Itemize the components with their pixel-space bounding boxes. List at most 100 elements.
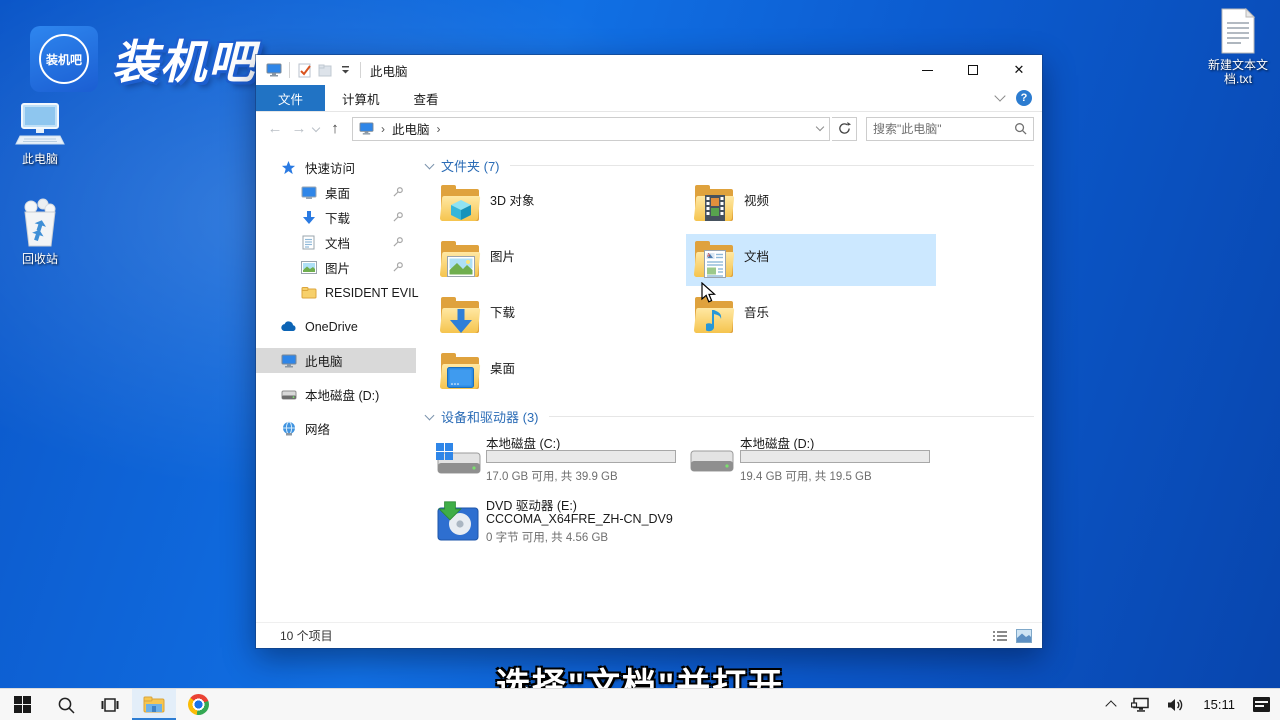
tab-view[interactable]: 查看 [397, 85, 456, 111]
qat-new-folder-button[interactable] [315, 59, 335, 81]
pin-icon[interactable] [393, 186, 404, 200]
drive-usage-bar [486, 450, 676, 463]
recent-locations-icon[interactable] [312, 123, 320, 131]
search-input[interactable] [873, 122, 1014, 136]
section-header-drives[interactable]: 设备和驱动器 (3) [424, 407, 1034, 426]
folder-tile-documents[interactable]: A 文档 [686, 234, 936, 286]
up-button[interactable]: ↑ [324, 120, 346, 137]
this-pc-icon [14, 102, 66, 148]
qat-customize-dropdown[interactable] [335, 59, 355, 81]
maximize-button[interactable] [950, 55, 996, 85]
sidebar-item-pictures[interactable]: 图片 [256, 255, 416, 280]
tab-computer[interactable]: 计算机 [325, 85, 397, 111]
close-button[interactable]: ✕ [996, 55, 1042, 85]
folder-tile-3d-objects[interactable]: 3D 对象 [432, 178, 682, 230]
explorer-window: 此电脑 ✕ 文件 计算机 查看 ? ← → ↑ › [256, 55, 1042, 648]
pin-icon[interactable] [393, 236, 404, 250]
close-icon: ✕ [1014, 62, 1025, 78]
drive-tile-d[interactable]: 本地磁盘 (D:) 19.4 GB 可用, 共 19.5 GB [686, 432, 936, 494]
download-arrow-icon [449, 309, 473, 334]
tray-show-hidden-icons[interactable] [1101, 689, 1121, 720]
taskbar-search-button[interactable] [44, 689, 88, 720]
address-dropdown-icon[interactable] [816, 122, 824, 130]
desktop-icon-label: 回收站 [22, 252, 58, 266]
taskbar-clock[interactable]: 15:11 [1195, 689, 1243, 720]
chrome-icon [188, 694, 209, 715]
sidebar-item-network[interactable]: 网络 [256, 416, 416, 441]
pin-icon[interactable] [393, 211, 404, 225]
status-bar: 10 个项目 [256, 622, 1042, 648]
folder-tile-pictures[interactable]: 图片 [432, 234, 682, 286]
details-view-button[interactable] [992, 629, 1008, 643]
downloads-mini-icon [300, 210, 317, 226]
search-box[interactable] [866, 117, 1034, 141]
pictures-mini-icon [300, 260, 317, 276]
section-title: 设备和驱动器 (3) [441, 407, 539, 426]
sidebar-item-label: 文档 [325, 233, 350, 252]
breadcrumb-this-pc[interactable]: 此电脑 [392, 119, 430, 138]
minimize-button[interactable] [904, 55, 950, 85]
folder-tile-music[interactable]: 音乐 [686, 290, 936, 342]
sidebar-item-label: RESIDENT EVIL [325, 286, 419, 300]
task-view-button[interactable] [88, 689, 132, 720]
refresh-icon [838, 122, 851, 135]
navigation-bar: ← → ↑ › 此电脑 › [256, 112, 1042, 145]
folder-label: 文档 [744, 246, 769, 265]
desktop-icon-label: 此电脑 [22, 152, 58, 166]
this-pc-mini-icon [280, 353, 297, 369]
breadcrumb-separator: › [381, 122, 385, 136]
pin-icon[interactable] [393, 261, 404, 275]
forward-button[interactable]: → [288, 120, 310, 137]
tray-volume[interactable] [1161, 689, 1191, 720]
music-note-icon [706, 306, 726, 334]
sidebar-item-quick-access[interactable]: 快速访问 [256, 155, 416, 180]
action-center-button[interactable] [1247, 689, 1276, 720]
sidebar-item-desktop[interactable]: 桌面 [256, 180, 416, 205]
desktop-icon-this-pc[interactable]: 此电脑 [2, 102, 78, 166]
folder-label: 音乐 [744, 302, 769, 321]
task-view-icon [101, 697, 119, 713]
tray-network[interactable] [1125, 689, 1157, 720]
address-bar[interactable]: › 此电脑 › [352, 117, 830, 141]
section-title: 文件夹 (7) [441, 156, 500, 175]
search-icon [1014, 122, 1027, 135]
start-button[interactable] [0, 689, 44, 720]
thumbnail-view-button[interactable] [1016, 629, 1032, 643]
network-mini-icon [280, 421, 297, 437]
folder-tile-videos[interactable]: 视频 [686, 178, 936, 230]
desktop-icon-label: 新建文本文档.txt [1199, 58, 1277, 86]
view-toggles [992, 629, 1032, 643]
filmstrip-icon [705, 195, 725, 221]
ribbon-collapse-icon[interactable] [994, 90, 1005, 101]
back-button[interactable]: ← [264, 120, 286, 137]
section-header-folders[interactable]: 文件夹 (7) [424, 156, 1034, 175]
desktop-icon-recycle-bin[interactable]: 回收站 [2, 198, 78, 266]
refresh-button[interactable] [832, 117, 857, 141]
desktop-icon-text-file[interactable]: 新建文本文档.txt [1200, 8, 1276, 86]
drive-tile-c[interactable]: 本地磁盘 (C:) 17.0 GB 可用, 共 39.9 GB [432, 432, 682, 494]
tab-file[interactable]: 文件 [256, 85, 325, 111]
qat-properties-button[interactable] [295, 59, 315, 81]
sidebar-item-documents[interactable]: 文档 [256, 230, 416, 255]
files-pane: 文件夹 (7) 3D 对象 视频 [416, 145, 1042, 622]
sidebar-item-downloads[interactable]: 下载 [256, 205, 416, 230]
sidebar-item-label: 本地磁盘 (D:) [305, 385, 379, 404]
sidebar-item-local-disk-d[interactable]: 本地磁盘 (D:) [256, 382, 416, 407]
drive-usage-bar [740, 450, 930, 463]
help-button[interactable]: ? [1016, 90, 1032, 106]
collapse-chevron-icon[interactable] [425, 410, 435, 420]
speaker-icon [1167, 697, 1185, 713]
system-menu-icon[interactable] [264, 59, 284, 81]
collapse-chevron-icon[interactable] [425, 159, 435, 169]
folder-tile-downloads[interactable]: 下载 [432, 290, 682, 342]
dvd-drive-icon [434, 500, 480, 542]
taskbar-chrome-button[interactable] [176, 689, 220, 720]
drive-tile-dvd[interactable]: DVD 驱动器 (E:) CCCOMA_X64FRE_ZH-CN_DV9 0 字… [432, 494, 682, 558]
sidebar-item-onedrive[interactable]: OneDrive [256, 314, 416, 339]
folder-tile-desktop[interactable]: 桌面 [432, 346, 682, 398]
taskbar-explorer-button[interactable] [132, 689, 176, 720]
folders-grid: 3D 对象 视频 图片 [432, 178, 940, 402]
sidebar-item-this-pc[interactable]: 此电脑 [256, 348, 416, 373]
title-bar: 此电脑 ✕ [256, 55, 1042, 85]
sidebar-item-resident-evil[interactable]: RESIDENT EVIL [256, 280, 416, 305]
